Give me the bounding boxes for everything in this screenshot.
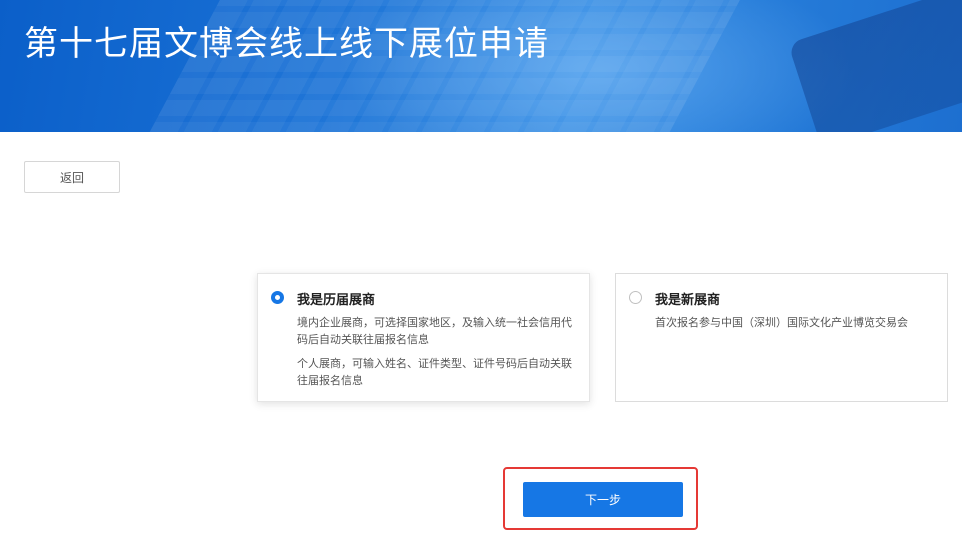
option-description: 首次报名参与中国（深圳）国际文化产业博览交易会: [655, 316, 908, 329]
radio-returning-exhibitor[interactable]: [271, 291, 284, 304]
option-card-new-exhibitor[interactable]: 我是新展商 首次报名参与中国（深圳）国际文化产业博览交易会: [615, 273, 948, 402]
radio-new-exhibitor[interactable]: [629, 291, 642, 304]
option-card-returning-exhibitor[interactable]: 我是历届展商 境内企业展商，可选择国家地区，及输入统一社会信用代码后自动关联往届…: [257, 273, 590, 402]
option-description: 境内企业展商，可选择国家地区，及输入统一社会信用代码后自动关联往届报名信息: [297, 316, 572, 346]
option-title: 我是新展商: [655, 293, 721, 308]
page-banner: 第十七届文博会线上线下展位申请: [0, 0, 962, 132]
next-step-button[interactable]: 下一步: [523, 482, 683, 517]
option-title: 我是历届展商: [297, 293, 376, 308]
back-button[interactable]: 返回: [24, 161, 120, 193]
option-description: 个人展商，可输入姓名、证件类型、证件号码后自动关联往届报名信息: [297, 357, 572, 387]
page-title: 第十七届文博会线上线下展位申请: [24, 24, 549, 64]
